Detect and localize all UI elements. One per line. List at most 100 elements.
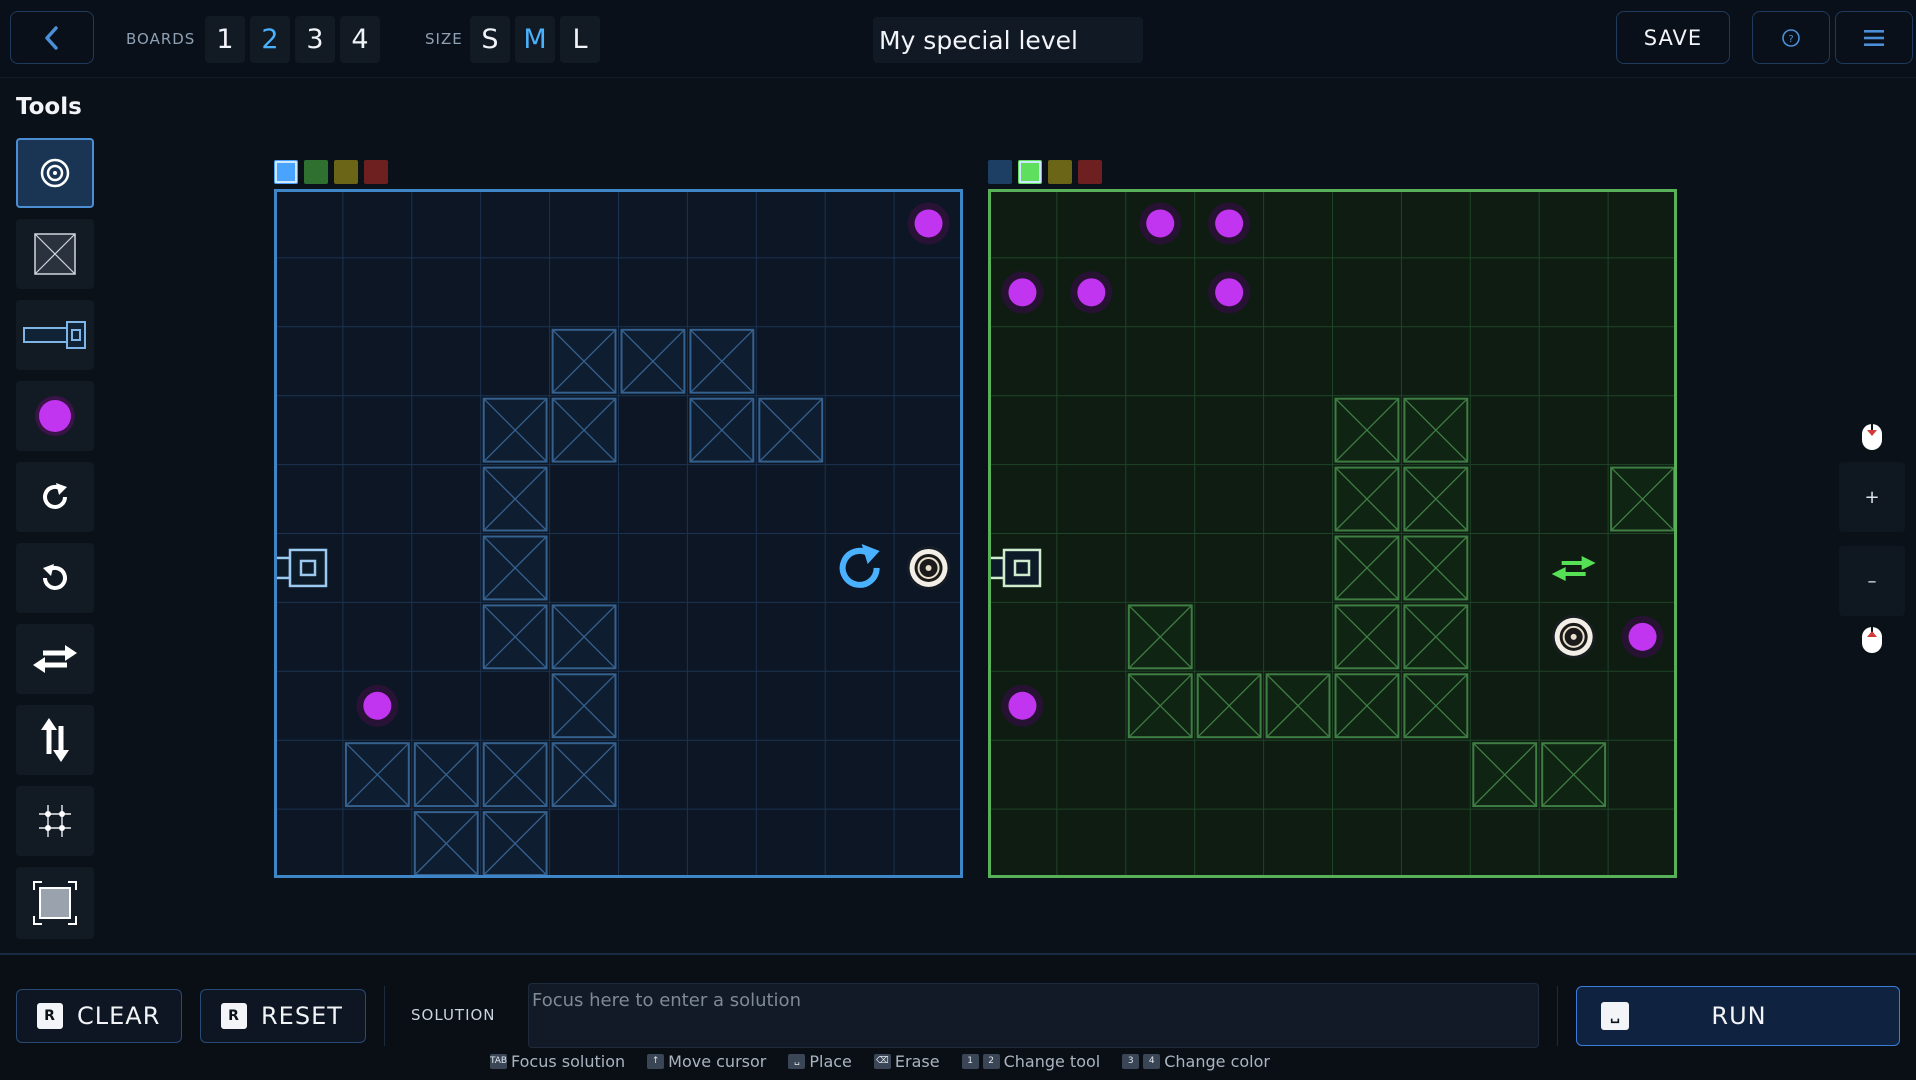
wall-block	[551, 604, 617, 670]
swap-horizontal-tool[interactable]	[16, 624, 94, 694]
orb	[1001, 684, 1044, 727]
orb	[1208, 271, 1251, 314]
color-swatch-yellow[interactable]	[334, 160, 358, 184]
key-4: 4	[1143, 1053, 1161, 1069]
orb-tool[interactable]	[16, 381, 94, 451]
key-space: ␣	[788, 1053, 806, 1069]
wall-block	[1127, 673, 1193, 739]
color-swatch-yellow[interactable]	[1048, 160, 1072, 184]
question-circle-icon: ?	[1782, 28, 1800, 47]
mouse-scroll-icon	[1862, 627, 1882, 653]
board-green[interactable]	[988, 189, 1677, 878]
wall-block	[1403, 604, 1469, 670]
color-swatch-blue[interactable]	[988, 160, 1012, 184]
fill-tool[interactable]	[16, 867, 94, 939]
hint-focus-solution: TAB Focus solution	[489, 1051, 626, 1071]
wall-block	[1403, 673, 1469, 739]
wall-block	[1610, 466, 1675, 532]
hint-change-color: 3 4 Change color	[1122, 1052, 1270, 1071]
solution-input[interactable]	[528, 983, 1539, 1048]
rotate-ccw-icon	[43, 564, 67, 590]
size-l-button[interactable]: L	[560, 16, 600, 63]
hint-erase: ⌫ Erase	[873, 1052, 940, 1071]
help-button[interactable]: ?	[1752, 11, 1830, 64]
rotate-ccw-tool[interactable]	[16, 543, 94, 613]
key-tab: TAB	[490, 1053, 507, 1069]
board-green-color-palette	[988, 160, 1102, 184]
zoom-in-button[interactable]: +	[1839, 462, 1905, 532]
wall-block	[1334, 535, 1400, 601]
solution-label: SOLUTION	[411, 1006, 496, 1024]
hint-change-tool: 1 2 Change tool	[961, 1052, 1100, 1071]
rotate-cw-tool[interactable]	[16, 462, 94, 532]
launcher-icon	[23, 321, 86, 349]
grid-tool[interactable]	[16, 786, 94, 856]
wall-tool[interactable]	[16, 219, 94, 289]
reset-label: RESET	[261, 1002, 343, 1030]
board-blue-color-palette	[274, 160, 388, 184]
color-swatch-red[interactable]	[364, 160, 388, 184]
color-swatch-red[interactable]	[1078, 160, 1102, 184]
wall-block	[1403, 397, 1469, 463]
color-swatch-green[interactable]	[1018, 160, 1042, 184]
clear-key: R	[37, 1003, 63, 1029]
wall-block	[551, 742, 617, 808]
wall-block	[1196, 673, 1262, 739]
zoom-out-button[interactable]: –	[1839, 546, 1905, 616]
wall-block	[1334, 397, 1400, 463]
boards-label: BOARDS	[126, 30, 196, 48]
wall-block	[413, 811, 479, 876]
menu-button[interactable]	[1835, 11, 1913, 64]
wall-block	[1334, 604, 1400, 670]
wall-block	[1403, 466, 1469, 532]
orb	[1001, 271, 1044, 314]
level-title-input[interactable]: My special level	[873, 17, 1143, 63]
run-label: RUN	[1711, 1002, 1767, 1030]
divider	[1557, 986, 1558, 1046]
wall-block	[1472, 742, 1538, 808]
size-s-button[interactable]: S	[470, 16, 510, 63]
wall-block	[482, 811, 548, 876]
swap-horizontal-icon	[33, 645, 77, 673]
divider	[384, 986, 385, 1046]
launcher-tool[interactable]	[16, 300, 94, 370]
key-arrows: ↑	[647, 1053, 665, 1069]
board-1-button[interactable]: 1	[205, 16, 245, 63]
wall-block	[482, 604, 548, 670]
key-2: 2	[982, 1053, 1000, 1069]
color-swatch-green[interactable]	[304, 160, 328, 184]
swap-vertical-icon	[41, 718, 69, 762]
board-3-button[interactable]: 3	[295, 16, 335, 63]
target-tool[interactable]	[16, 138, 94, 208]
key-backspace: ⌫	[873, 1053, 891, 1069]
svg-text:?: ?	[1788, 34, 1793, 45]
fill-square-icon	[33, 881, 77, 925]
reset-button[interactable]: R RESET	[200, 989, 366, 1043]
wall-block	[482, 397, 548, 463]
board-2-button[interactable]: 2	[250, 16, 290, 63]
rotate-cw-icon	[43, 483, 67, 509]
run-button[interactable]: ␣ RUN	[1576, 986, 1900, 1046]
size-m-button[interactable]: M	[515, 16, 555, 63]
orb	[356, 684, 399, 727]
board-4-button[interactable]: 4	[340, 16, 380, 63]
wall-block	[413, 742, 479, 808]
wall-block	[1334, 673, 1400, 739]
orb	[907, 202, 950, 245]
orb	[1139, 202, 1182, 245]
wall-block	[1403, 535, 1469, 601]
back-button[interactable]	[10, 11, 94, 64]
wall-block	[689, 328, 755, 394]
key-1: 1	[961, 1053, 979, 1069]
clear-button[interactable]: R CLEAR	[16, 989, 182, 1043]
wall-block	[758, 397, 824, 463]
board-blue[interactable]	[274, 189, 963, 878]
color-swatch-blue[interactable]	[274, 160, 298, 184]
wall-block	[1334, 466, 1400, 532]
wall-block	[551, 397, 617, 463]
save-button[interactable]: SAVE	[1616, 11, 1730, 64]
keyboard-hints: TAB Focus solution ↑ Move cursor ␣ Place ⌫ E…	[490, 1050, 1292, 1072]
orb	[1208, 202, 1251, 245]
wall-block	[689, 397, 755, 463]
swap-vertical-tool[interactable]	[16, 705, 94, 775]
